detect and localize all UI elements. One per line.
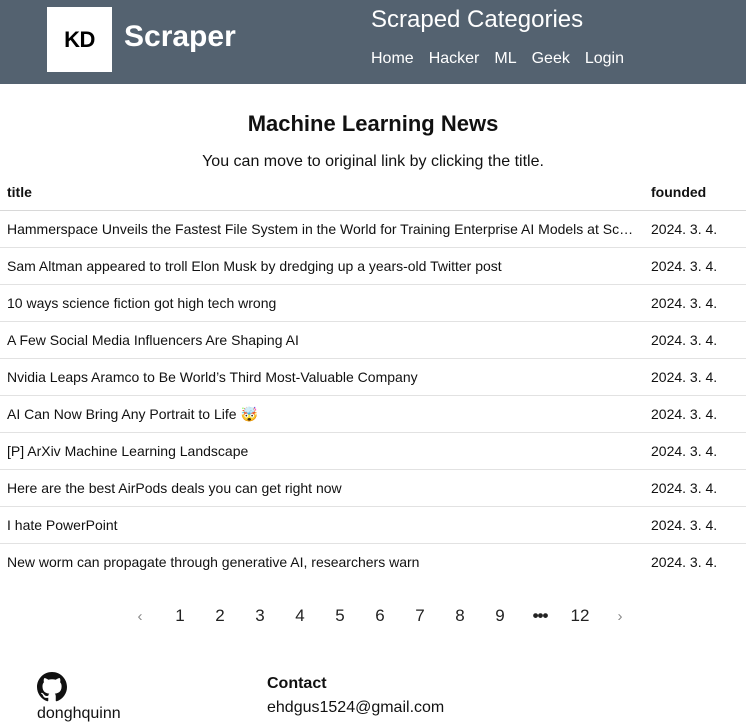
news-date: 2024. 3. 4.	[644, 432, 746, 470]
page-3[interactable]: 3	[240, 606, 280, 626]
news-date: 2024. 3. 4.	[644, 469, 746, 507]
news-title-link[interactable]: [P] ArXiv Machine Learning Landscape	[0, 432, 644, 470]
news-title-link[interactable]: Sam Altman appeared to troll Elon Musk b…	[0, 247, 644, 285]
news-title-link[interactable]: Here are the best AirPods deals you can …	[0, 469, 644, 507]
table-row: 10 ways science fiction got high tech wr…	[0, 284, 746, 322]
news-title-link[interactable]: 10 ways science fiction got high tech wr…	[0, 284, 644, 322]
site-header: KD Scraper Scraped Categories Home Hacke…	[0, 0, 746, 84]
table-row: New worm can propagate through generativ…	[0, 544, 746, 581]
footer-username[interactable]: donghquinn	[37, 705, 121, 723]
table-row: A Few Social Media Influencers Are Shapi…	[0, 321, 746, 359]
news-date: 2024. 3. 4.	[644, 395, 746, 433]
news-date: 2024. 3. 4.	[644, 247, 746, 285]
table-row: Sam Altman appeared to troll Elon Musk b…	[0, 247, 746, 285]
news-title-link[interactable]: AI Can Now Bring Any Portrait to Life 🤯	[0, 395, 644, 433]
main-nav: Home Hacker ML Geek Login	[371, 49, 639, 69]
column-header-founded: founded	[644, 174, 746, 211]
page-4[interactable]: 4	[280, 606, 320, 626]
github-icon[interactable]	[37, 672, 67, 707]
news-title-link[interactable]: Nvidia Leaps Aramco to Be World’s Third …	[0, 358, 644, 396]
page-9[interactable]: 9	[480, 606, 520, 626]
nav-hacker[interactable]: Hacker	[429, 49, 480, 69]
header-title: Scraped Categories	[371, 6, 584, 33]
pagination: ‹ 1 2 3 4 5 6 7 8 9 ••• 12 ›	[120, 600, 640, 632]
table-row: Hammerspace Unveils the Fastest File Sys…	[0, 210, 746, 248]
next-page-icon[interactable]: ›	[600, 608, 640, 625]
table-row: AI Can Now Bring Any Portrait to Life 🤯 …	[0, 395, 746, 433]
news-title-link[interactable]: A Few Social Media Influencers Are Shapi…	[0, 321, 644, 359]
table-header-row: title founded	[0, 174, 746, 211]
page-8[interactable]: 8	[440, 606, 480, 626]
nav-geek[interactable]: Geek	[532, 49, 570, 69]
page-1[interactable]: 1	[160, 606, 200, 626]
news-title-link[interactable]: New worm can propagate through generativ…	[0, 544, 644, 581]
page-title: Machine Learning News	[247, 111, 499, 136]
news-title-link[interactable]: I hate PowerPoint	[0, 506, 644, 544]
brand-name[interactable]: Scraper	[124, 20, 236, 54]
table-row: Nvidia Leaps Aramco to Be World’s Third …	[0, 358, 746, 396]
page-2[interactable]: 2	[200, 606, 240, 626]
page-7[interactable]: 7	[400, 606, 440, 626]
news-date: 2024. 3. 4.	[644, 210, 746, 248]
news-title-link[interactable]: Hammerspace Unveils the Fastest File Sys…	[0, 210, 644, 248]
nav-login[interactable]: Login	[585, 49, 624, 69]
news-date: 2024. 3. 4.	[651, 554, 718, 570]
news-date: 2024. 3. 4.	[644, 506, 746, 544]
table-row: [P] ArXiv Machine Learning Landscape 202…	[0, 432, 746, 470]
table-row: I hate PowerPoint 2024. 3. 4.	[0, 506, 746, 544]
table-row: Here are the best AirPods deals you can …	[0, 469, 746, 507]
news-date: 2024. 3. 4.	[644, 358, 746, 396]
nav-ml[interactable]: ML	[494, 49, 516, 69]
contact-label: Contact	[267, 675, 327, 692]
page-subtitle: You can move to original link by clickin…	[202, 153, 544, 170]
nav-home[interactable]: Home	[371, 49, 414, 69]
column-header-title: title	[0, 174, 644, 211]
page-last[interactable]: 12	[560, 606, 600, 626]
page-5[interactable]: 5	[320, 606, 360, 626]
more-pages-icon[interactable]: •••	[520, 606, 560, 626]
page-6[interactable]: 6	[360, 606, 400, 626]
contact-email[interactable]: ehdgus1524@gmail.com	[267, 699, 444, 717]
news-table: title founded Hammerspace Unveils the Fa…	[0, 174, 746, 580]
logo[interactable]: KD	[47, 7, 112, 72]
news-date: 2024. 3. 4.	[644, 284, 746, 322]
news-date: 2024. 3. 4.	[644, 321, 746, 359]
prev-page-icon[interactable]: ‹	[120, 608, 160, 625]
